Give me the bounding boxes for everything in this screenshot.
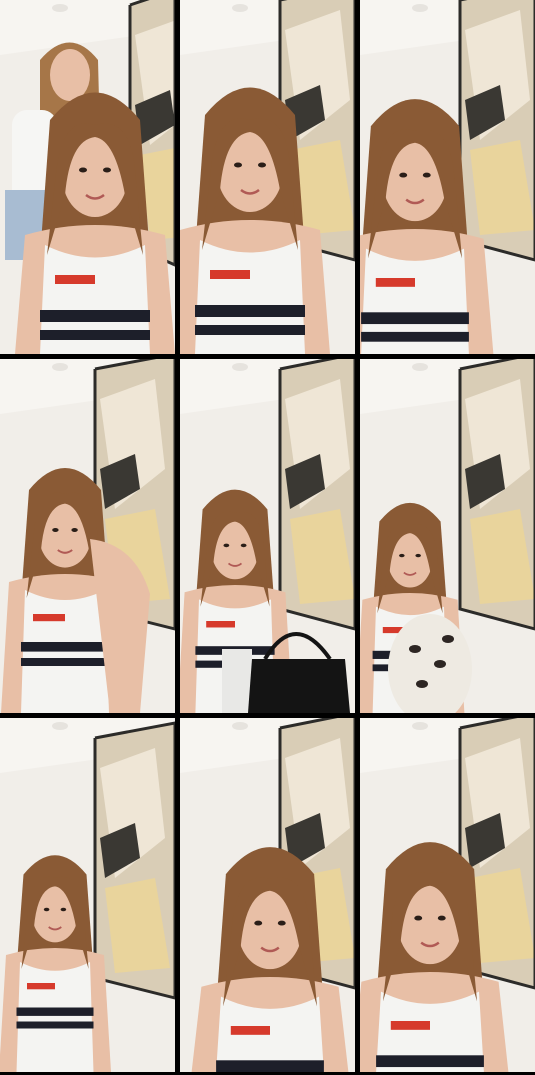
lion-painting <box>458 0 535 262</box>
frame-scene <box>0 359 175 713</box>
second-person-face <box>50 49 90 101</box>
ceiling-light <box>232 363 248 371</box>
shirt-label <box>230 1026 270 1035</box>
frame-scene <box>360 0 535 354</box>
shirt-stripe <box>195 325 305 335</box>
frame-scene <box>180 359 355 713</box>
left-eye <box>399 553 405 558</box>
ceiling-light <box>412 722 428 730</box>
right-eye <box>103 167 111 173</box>
right-eye <box>415 553 421 558</box>
shirt-stripe <box>361 331 469 342</box>
shirt-stripe <box>361 312 469 325</box>
left-eye <box>52 528 59 532</box>
video-frame: locomotive <box>180 0 355 354</box>
ceiling-light <box>232 722 248 730</box>
frame-scene <box>180 718 355 1072</box>
shirt-stripe <box>376 1055 484 1068</box>
pants-pattern <box>442 635 454 643</box>
shirt-label <box>210 270 250 279</box>
bag-scarf <box>222 649 252 713</box>
shirt-label <box>206 621 235 628</box>
ceiling-light <box>52 4 68 12</box>
right-eye <box>60 907 67 912</box>
frame-scene <box>360 359 535 713</box>
video-frame: locomotive <box>0 359 175 713</box>
video-frame: locomotive <box>180 359 355 713</box>
right-eye <box>437 915 446 921</box>
shirt-label <box>390 1021 430 1030</box>
right-eye <box>277 920 286 926</box>
shirt-stripe <box>216 1060 324 1072</box>
pants-pattern <box>416 680 428 688</box>
video-frame: locomotive <box>360 0 535 354</box>
bag-body <box>248 659 350 713</box>
ceiling-light <box>52 363 68 371</box>
video-frame: locomotive <box>0 718 175 1072</box>
right-eye <box>240 543 247 548</box>
right-eye <box>258 162 266 168</box>
shirt-label <box>55 275 95 284</box>
tank-top <box>16 962 94 1072</box>
frame-scene <box>0 718 175 1072</box>
shirt-stripe <box>195 305 305 317</box>
left-eye <box>223 543 230 548</box>
left-eye <box>399 172 408 178</box>
shirt-label <box>375 278 415 287</box>
left-eye <box>254 920 263 926</box>
ceiling-light <box>52 722 68 730</box>
ceiling-light <box>412 4 428 12</box>
shirt-stripe <box>21 658 109 666</box>
pants-pattern <box>409 645 421 653</box>
video-frame: locomotive <box>360 359 535 713</box>
left-eye <box>43 907 50 912</box>
shirt-stripe <box>16 1007 94 1016</box>
ceiling-light <box>412 363 428 371</box>
pants-pattern <box>434 660 446 668</box>
lion-painting <box>93 721 175 1000</box>
left-eye <box>234 162 242 168</box>
right-eye <box>422 172 431 178</box>
video-frame-grid: locomotivelocomotivelocomotivelocomotive… <box>0 0 535 1075</box>
frame-scene <box>360 718 535 1072</box>
right-eye <box>71 528 78 532</box>
tank-top <box>195 240 305 354</box>
video-frame: locomotive <box>0 0 175 354</box>
video-frame: locomotive <box>180 718 355 1072</box>
left-eye <box>79 167 87 173</box>
ceiling-light <box>232 4 248 12</box>
lion-painting <box>458 359 535 631</box>
lion-painting <box>278 359 355 631</box>
shirt-stripe <box>40 330 150 340</box>
shirt-stripe <box>21 642 109 652</box>
shirt-label <box>27 983 55 990</box>
left-eye <box>414 915 423 921</box>
shirt-stripe <box>40 310 150 322</box>
shirt-stripe <box>16 1021 94 1029</box>
frame-scene <box>0 0 175 354</box>
video-frame: locomotive <box>360 718 535 1072</box>
shirt-label <box>33 614 65 622</box>
frame-scene <box>180 0 355 354</box>
